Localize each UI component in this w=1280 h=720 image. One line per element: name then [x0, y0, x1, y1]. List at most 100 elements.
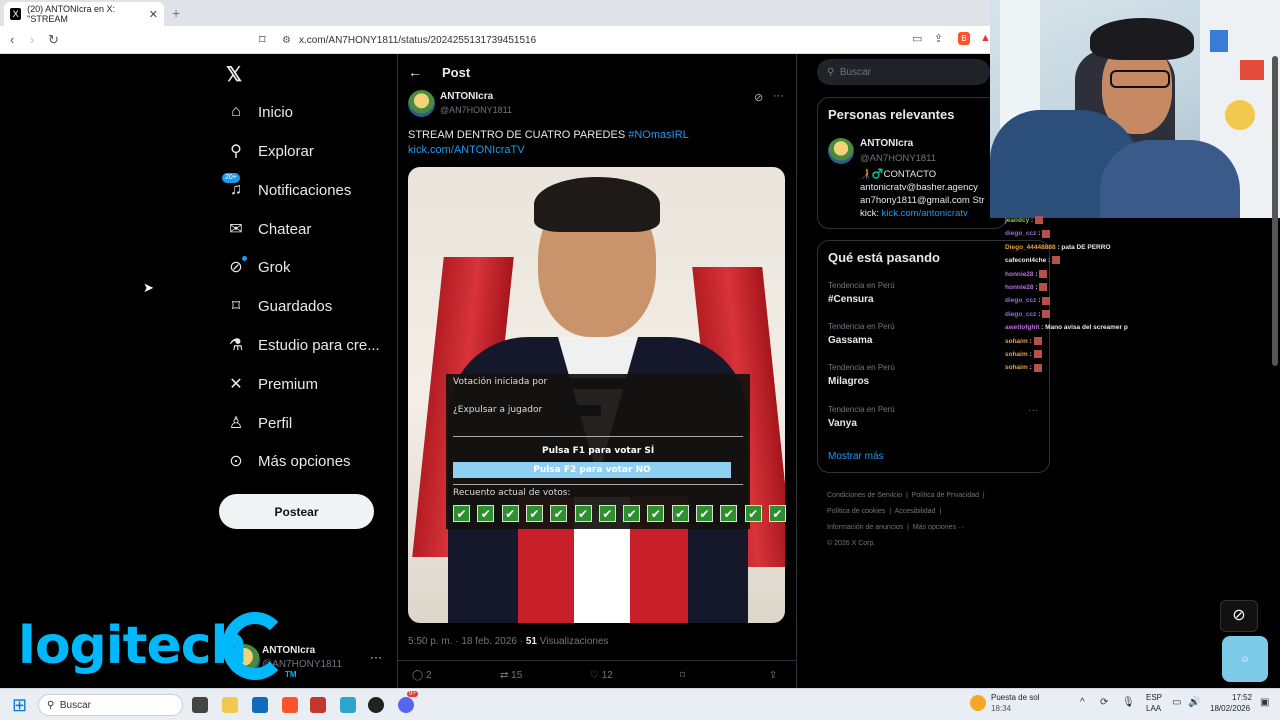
- author-avatar[interactable]: [408, 90, 435, 117]
- sidebar-item-premium[interactable]: ✕ Premium: [226, 369, 318, 399]
- chat-username[interactable]: awetlofghit: [1005, 324, 1039, 331]
- toy: [1240, 60, 1264, 80]
- language-code[interactable]: ESP: [1146, 693, 1162, 702]
- repost-button[interactable]: ⇄ 15: [500, 670, 522, 681]
- bookmark-button[interactable]: ⌑: [680, 670, 685, 681]
- trend-item[interactable]: Tendencia en Perú Gassama: [828, 322, 895, 346]
- new-tab-icon[interactable]: +: [172, 5, 180, 21]
- chat-username[interactable]: honnie28: [1005, 284, 1034, 291]
- post-time[interactable]: 5:50 p. m. · 18 feb. 2026 ·: [408, 636, 523, 647]
- reply-button[interactable]: ◯ 2: [412, 670, 432, 681]
- site-info-icon[interactable]: ⚙: [282, 35, 291, 46]
- chat-username[interactable]: diego_ccz: [1005, 230, 1036, 237]
- chat-username[interactable]: diego_ccz: [1005, 297, 1036, 304]
- sidebar-item-chatear[interactable]: ✉ Chatear: [226, 214, 311, 244]
- forward-icon[interactable]: ›: [30, 32, 34, 47]
- footer-link[interactable]: Información de anuncios: [827, 524, 903, 531]
- trend-more-icon[interactable]: ···: [1028, 405, 1038, 416]
- chat-username[interactable]: diego_ccz: [1005, 311, 1036, 318]
- keyboard-layout[interactable]: LAA: [1146, 704, 1161, 713]
- divider: [453, 484, 743, 485]
- tray-chevron-icon[interactable]: ^: [1080, 697, 1085, 708]
- windows-start-icon[interactable]: ⊞: [12, 695, 27, 716]
- file-explorer-icon[interactable]: [222, 697, 238, 713]
- chat-username[interactable]: honnie28: [1005, 271, 1034, 278]
- trademark-mark: TM: [285, 670, 297, 679]
- relevant-avatar[interactable]: [828, 138, 854, 164]
- relevant-kick-link[interactable]: kick.com/antonicratv: [882, 208, 968, 219]
- weather-icon[interactable]: [970, 695, 986, 711]
- scrollbar[interactable]: [1272, 56, 1278, 366]
- notepad-icon[interactable]: [340, 697, 356, 713]
- post-more-icon[interactable]: ···: [773, 90, 784, 102]
- chat-username[interactable]: cafeconl4che: [1005, 257, 1046, 264]
- show-more-link[interactable]: Mostrar más: [828, 451, 884, 462]
- grok-float-icon[interactable]: ⊘: [1220, 600, 1258, 632]
- sidebar-item-label: Notificaciones: [258, 181, 352, 199]
- sidebar-item-perfil[interactable]: ♙ Perfil: [226, 408, 292, 438]
- bookmark-page-icon[interactable]: ⌑: [259, 32, 266, 48]
- search-input[interactable]: ⚲ Buscar: [817, 59, 990, 85]
- discord-icon[interactable]: 9+: [398, 691, 418, 713]
- back-icon[interactable]: ‹: [10, 32, 14, 47]
- x-logo-icon[interactable]: 𝕏: [226, 62, 242, 87]
- grok-explain-icon[interactable]: ⊘: [754, 91, 763, 104]
- back-arrow-icon[interactable]: ←: [408, 64, 422, 80]
- kick-link[interactable]: kick.com/ANTONIcraTV: [408, 144, 525, 156]
- taskbar-search[interactable]: ⚲ Buscar: [38, 694, 183, 716]
- close-tab-icon[interactable]: ✕: [149, 8, 158, 21]
- author-name[interactable]: ANTONIcra: [440, 91, 493, 102]
- app-icon[interactable]: [310, 697, 326, 713]
- sidebar-item-estudio[interactable]: ⚗ Estudio para cre...: [226, 330, 380, 360]
- mic-icon[interactable]: 🎙: [1122, 697, 1135, 708]
- post-button[interactable]: Postear: [219, 494, 374, 529]
- trend-item[interactable]: Tendencia en Perú Vanya: [828, 405, 895, 429]
- volume-icon[interactable]: 🔊: [1188, 697, 1200, 708]
- windows-taskbar: ⊞ ⚲ Buscar 9+ Puesta de sol 18:34 ^ ⟳ 🎙 …: [0, 688, 1280, 720]
- chat-username[interactable]: sohaim: [1005, 364, 1028, 371]
- hashtag-link[interactable]: #NOmasIRL: [628, 129, 689, 141]
- weather-title: Puesta de sol: [991, 693, 1040, 702]
- chat-username[interactable]: jeandcy: [1005, 217, 1029, 224]
- trend-item[interactable]: Tendencia en Perú #Censura: [828, 281, 895, 305]
- cast-icon[interactable]: ▭: [912, 32, 922, 45]
- chat-username[interactable]: Diego_44448888: [1005, 244, 1056, 251]
- like-button[interactable]: ♡ 12: [590, 670, 613, 681]
- sidebar-item-explorar[interactable]: ⚲ Explorar: [226, 136, 314, 166]
- author-handle[interactable]: @AN7HONY1811: [440, 105, 512, 115]
- footer-link[interactable]: Política de cookies: [827, 508, 885, 515]
- clock-date[interactable]: 18/02/2026: [1210, 704, 1250, 713]
- network-icon[interactable]: ▭: [1172, 697, 1181, 708]
- sidebar-item-notificaciones[interactable]: ♫ 20+ Notificaciones: [222, 173, 352, 205]
- notifications-icon[interactable]: ▣: [1260, 697, 1269, 708]
- card-title: Personas relevantes: [828, 107, 955, 122]
- vote-check-icon: ✔: [453, 505, 470, 522]
- clock-time[interactable]: 17:52: [1232, 693, 1252, 702]
- share-button[interactable]: ⇪: [769, 670, 777, 681]
- sidebar-item-grok[interactable]: ⊘ Grok: [226, 252, 291, 282]
- relevant-name[interactable]: ANTONIcra: [860, 138, 913, 149]
- sync-icon[interactable]: ⟳: [1100, 697, 1108, 708]
- share-icon[interactable]: ⇪: [934, 32, 943, 45]
- brave-icon[interactable]: [282, 697, 298, 713]
- address-bar[interactable]: ⚙ x.com/AN7HONY1811/status/2024255131739…: [282, 29, 902, 51]
- sidebar-item-inicio[interactable]: ⌂ Inicio: [226, 97, 293, 127]
- browser-tab[interactable]: X (20) ANTONIcra en X: "STREAM ✕: [4, 2, 164, 26]
- sidebar-item-mas-opciones[interactable]: ⊙ Más opciones: [226, 446, 350, 476]
- trend-item[interactable]: Tendencia en Perú Milagros: [828, 363, 895, 387]
- webcam-feed: [990, 0, 1280, 218]
- brave-shield-icon[interactable]: B: [958, 32, 970, 45]
- account-more-icon[interactable]: ···: [370, 650, 382, 664]
- footer-link[interactable]: Condiciones de Servicio: [827, 492, 902, 499]
- footer-link[interactable]: Más opciones ···: [913, 524, 965, 531]
- chat-message: Diego_44448888 : pata DE PERRO: [1005, 243, 1111, 251]
- chat-username[interactable]: sohaim: [1005, 351, 1028, 358]
- footer-link[interactable]: Política de Privacidad: [912, 492, 979, 499]
- footer-link[interactable]: Accesibilidad: [895, 508, 936, 515]
- chat-username[interactable]: sohaim: [1005, 338, 1028, 345]
- reload-icon[interactable]: ↻: [48, 32, 59, 48]
- obs-icon[interactable]: [368, 697, 384, 713]
- store-icon[interactable]: [252, 697, 268, 713]
- sidebar-item-guardados[interactable]: ⌑ Guardados: [226, 291, 332, 321]
- task-view-icon[interactable]: [192, 697, 208, 713]
